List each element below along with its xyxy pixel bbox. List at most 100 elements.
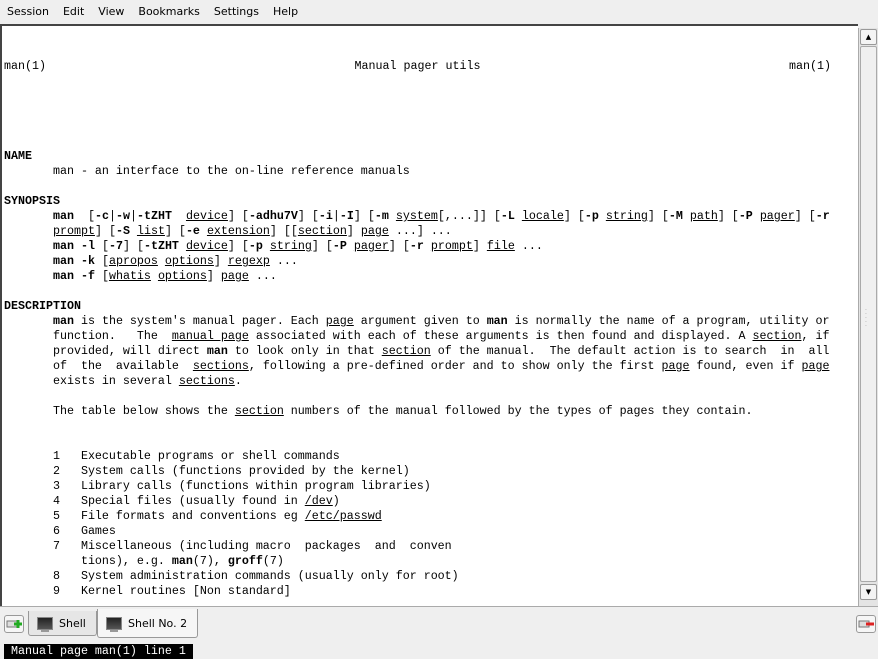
tab-shell-no-2[interactable]: Shell No. 2 <box>97 609 199 638</box>
text-segment: ] <box>472 239 487 253</box>
menu-view[interactable]: View <box>91 5 131 18</box>
scrollbar-thumb[interactable]: · · · · · <box>860 46 877 582</box>
terminal-line: 6 Games <box>4 524 831 539</box>
text-segment <box>599 209 606 223</box>
text-segment: 1 Executable programs or shell commands <box>4 449 340 463</box>
bold-text: -I <box>339 209 354 223</box>
underlined-text: /etc/passwd <box>304 509 382 523</box>
bold-text: -tZHT <box>143 239 179 253</box>
text-segment <box>389 209 396 223</box>
text-segment: to look only in that <box>227 344 382 358</box>
terminal-monitor-icon <box>37 616 53 632</box>
bold-text: DESCRIPTION <box>4 299 81 313</box>
bold-text: -e <box>185 224 200 238</box>
terminal-line: man is the system's manual pager. Each p… <box>4 314 831 329</box>
text-segment: man - an interface to the on-line refere… <box>4 164 410 178</box>
text-segment: function. The <box>4 329 172 343</box>
text-segment <box>179 239 186 253</box>
menu-settings[interactable]: Settings <box>207 5 266 18</box>
tab-shell[interactable]: Shell <box>28 611 97 636</box>
man-header: man(1) Manual pager utils man(1) <box>4 59 831 74</box>
bold-text: -tZHT <box>136 209 172 223</box>
text-segment: [ <box>94 254 109 268</box>
menu-help[interactable]: Help <box>266 5 305 18</box>
text-segment: ] [ <box>227 209 249 223</box>
bold-text: NAME <box>4 149 32 163</box>
text-segment <box>683 209 690 223</box>
terminal-line: 4 Special files (usually found in /dev) <box>4 494 831 509</box>
terminal-monitor-icon <box>106 616 122 632</box>
underlined-text: section <box>752 329 802 343</box>
bold-text: man -f <box>52 269 95 283</box>
text-segment: ...] ... <box>388 224 452 238</box>
vertical-scrollbar[interactable]: ▲ · · · · · ▼ <box>858 28 878 606</box>
terminal-line: 7 Miscellaneous (including macro package… <box>4 539 831 554</box>
terminal-line: man -l [-7] [-tZHT device] [-p string] [… <box>4 239 831 254</box>
text-segment <box>4 209 53 223</box>
tab-label: Shell <box>59 616 86 630</box>
text-segment <box>4 269 53 283</box>
text-segment: of the manual. The default action is to … <box>430 344 830 358</box>
tab-label: Shell No. 2 <box>128 616 188 630</box>
text-segment: 3 Library calls (functions within progra… <box>4 479 431 493</box>
menu-edit[interactable]: Edit <box>56 5 91 18</box>
bold-text: -L <box>500 209 515 223</box>
bold-text: man -k <box>52 254 95 268</box>
underlined-text: prompt <box>430 239 473 253</box>
text-segment <box>515 209 522 223</box>
text-segment: tions), e.g. <box>4 554 172 568</box>
text-segment: , following a pre-defined order and to s… <box>248 359 662 373</box>
text-segment: 4 Special files (usually found in <box>4 494 305 508</box>
underlined-text: string <box>269 239 312 253</box>
text-segment <box>424 239 431 253</box>
text-segment: ] [ <box>122 239 144 253</box>
scroll-up-arrow-icon[interactable]: ▲ <box>860 29 877 45</box>
text-segment <box>158 254 165 268</box>
text-segment: ] [ <box>717 209 739 223</box>
terminal-line: 2 System calls (functions provided by th… <box>4 464 831 479</box>
underlined-text: section <box>234 404 284 418</box>
close-tab-minus-icon[interactable] <box>856 615 876 633</box>
underlined-text: options <box>164 254 214 268</box>
bold-text: -c <box>94 209 109 223</box>
underlined-text: string <box>605 209 648 223</box>
terminal-line: 1 Executable programs or shell commands <box>4 449 831 464</box>
underlined-text: /dev <box>304 494 333 508</box>
bold-text: man <box>52 314 74 328</box>
underlined-text: sections <box>192 359 249 373</box>
text-segment: [ <box>73 209 95 223</box>
underlined-text: manual page <box>171 329 249 343</box>
terminal-line: man -k [apropos options] regexp ... <box>4 254 831 269</box>
bold-text: -S <box>115 224 130 238</box>
text-segment <box>4 314 53 328</box>
text-segment: 6 Games <box>4 524 116 538</box>
bold-text: man <box>206 344 228 358</box>
underlined-text: file <box>486 239 515 253</box>
text-segment: of the available <box>4 359 193 373</box>
terminal-line: function. The manual page associated wit… <box>4 329 831 344</box>
terminal-line: 3 Library calls (functions within progra… <box>4 479 831 494</box>
scroll-down-arrow-icon[interactable]: ▼ <box>860 584 877 600</box>
underlined-text: system <box>395 209 438 223</box>
underlined-text: path <box>689 209 718 223</box>
bold-text: man <box>486 314 508 328</box>
text-segment: ] [ <box>164 224 186 238</box>
menu-bookmarks[interactable]: Bookmarks <box>131 5 206 18</box>
text-segment: [ <box>94 269 109 283</box>
new-tab-plus-icon[interactable] <box>4 615 24 633</box>
menu-session[interactable]: Session <box>0 5 56 18</box>
bold-text: -w <box>115 209 130 223</box>
text-segment: | <box>332 209 340 223</box>
underlined-text: pager <box>759 209 795 223</box>
text-segment: | <box>129 209 137 223</box>
underlined-text: page <box>801 359 830 373</box>
bold-text: groff <box>227 554 263 568</box>
text-segment <box>172 209 186 223</box>
terminal-view[interactable]: man(1) Manual pager utils man(1) NAME ma… <box>0 24 858 659</box>
underlined-text: whatis <box>108 269 151 283</box>
terminal-line: The table below shows the section number… <box>4 404 831 419</box>
text-segment: [ <box>94 239 109 253</box>
text-segment: argument given to <box>353 314 487 328</box>
